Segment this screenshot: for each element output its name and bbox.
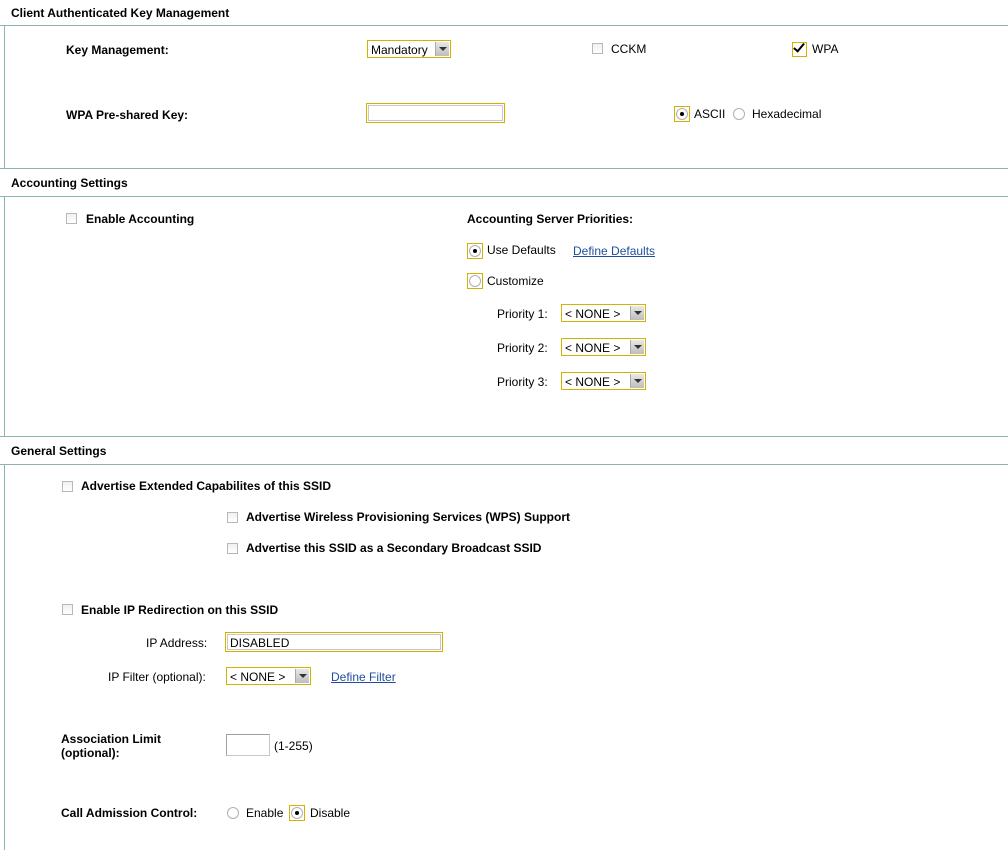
association-limit-input[interactable]	[226, 734, 270, 756]
priority-3-select[interactable]: < NONE >	[561, 372, 646, 390]
customize-label: Customize	[487, 274, 544, 288]
hexadecimal-label: Hexadecimal	[752, 107, 822, 121]
define-defaults-link[interactable]: Define Defaults	[573, 244, 655, 258]
radio-icon	[469, 245, 481, 257]
wpa-psk-label: WPA Pre-shared Key:	[66, 108, 189, 122]
cac-enable-label: Enable	[246, 806, 284, 820]
key-management-value: Mandatory	[371, 43, 428, 57]
ip-redirection-label: Enable IP Redirection on this SSID	[81, 603, 279, 617]
divider	[0, 25, 1008, 26]
ascii-radio[interactable]	[674, 106, 690, 122]
ip-address-input[interactable]: DISABLED	[225, 632, 443, 652]
accounting-priorities-title: Accounting Server Priorities:	[467, 212, 634, 226]
section-header-key-management: Client Authenticated Key Management	[0, 0, 1008, 27]
priority-3-label: Priority 3:	[497, 375, 548, 389]
cac-enable-radio[interactable]	[227, 807, 239, 819]
radio-icon	[676, 108, 688, 120]
secondary-broadcast-label: Advertise this SSID as a Secondary Broad…	[246, 541, 542, 555]
section-title: General Settings	[11, 444, 107, 458]
ip-address-value: DISABLED	[227, 634, 441, 650]
priority-2-select[interactable]: < NONE >	[561, 338, 646, 356]
key-management-label: Key Management:	[66, 43, 169, 57]
priority-3-value: < NONE >	[565, 375, 621, 389]
ip-filter-select[interactable]: < NONE >	[226, 667, 311, 685]
chevron-down-icon	[435, 42, 449, 56]
divider	[4, 196, 5, 436]
chevron-down-icon	[630, 374, 644, 388]
wpa-psk-input[interactable]	[366, 103, 505, 123]
chevron-down-icon	[295, 669, 309, 683]
ascii-label: ASCII	[694, 107, 726, 121]
wpa-label: WPA	[812, 42, 839, 56]
advertise-wps-label: Advertise Wireless Provisioning Services…	[246, 510, 570, 524]
divider	[0, 196, 1008, 197]
radio-icon	[291, 807, 303, 819]
divider	[4, 464, 5, 850]
call-admission-control-label: Call Admission Control:	[61, 806, 198, 820]
section-header-general: General Settings	[0, 438, 1008, 465]
enable-accounting-checkbox[interactable]	[66, 213, 77, 224]
priority-2-label: Priority 2:	[497, 341, 548, 355]
association-limit-range: (1-255)	[274, 739, 313, 753]
wpa-checkbox[interactable]	[792, 42, 807, 57]
hexadecimal-radio[interactable]	[733, 108, 745, 120]
cac-disable-label: Disable	[310, 806, 351, 820]
ip-address-label: IP Address:	[146, 636, 208, 650]
divider	[0, 436, 1008, 437]
priority-1-value: < NONE >	[565, 307, 621, 321]
ip-filter-label: IP Filter (optional):	[108, 670, 206, 684]
ip-redirection-checkbox[interactable]	[62, 604, 73, 615]
ip-filter-value: < NONE >	[230, 670, 286, 684]
priority-1-select[interactable]: < NONE >	[561, 304, 646, 322]
advertise-wps-checkbox[interactable]	[227, 512, 238, 523]
use-defaults-label: Use Defaults	[487, 243, 556, 257]
section-header-accounting: Accounting Settings	[0, 170, 1008, 197]
use-defaults-radio[interactable]	[467, 243, 483, 259]
advertise-extended-checkbox[interactable]	[62, 481, 73, 492]
association-limit-optional-label: (optional):	[61, 746, 120, 760]
advertise-extended-label: Advertise Extended Capabilites of this S…	[81, 479, 332, 493]
enable-accounting-label: Enable Accounting	[86, 212, 195, 226]
customize-radio[interactable]	[467, 273, 483, 289]
divider	[0, 168, 1008, 169]
define-filter-link[interactable]: Define Filter	[331, 670, 396, 684]
section-title: Accounting Settings	[11, 176, 128, 190]
chevron-down-icon	[630, 306, 644, 320]
divider	[0, 464, 1008, 465]
wpa-psk-value	[368, 105, 503, 121]
radio-icon	[469, 275, 481, 287]
priority-2-value: < NONE >	[565, 341, 621, 355]
divider	[4, 25, 5, 168]
secondary-broadcast-checkbox[interactable]	[227, 543, 238, 554]
key-management-select[interactable]: Mandatory	[367, 40, 451, 58]
priority-1-label: Priority 1:	[497, 307, 548, 321]
cckm-label: CCKM	[611, 42, 647, 56]
chevron-down-icon	[630, 340, 644, 354]
section-title: Client Authenticated Key Management	[11, 6, 230, 20]
cac-disable-radio[interactable]	[289, 805, 305, 821]
association-limit-label: Association Limit	[61, 732, 162, 746]
cckm-checkbox[interactable]	[592, 43, 603, 54]
